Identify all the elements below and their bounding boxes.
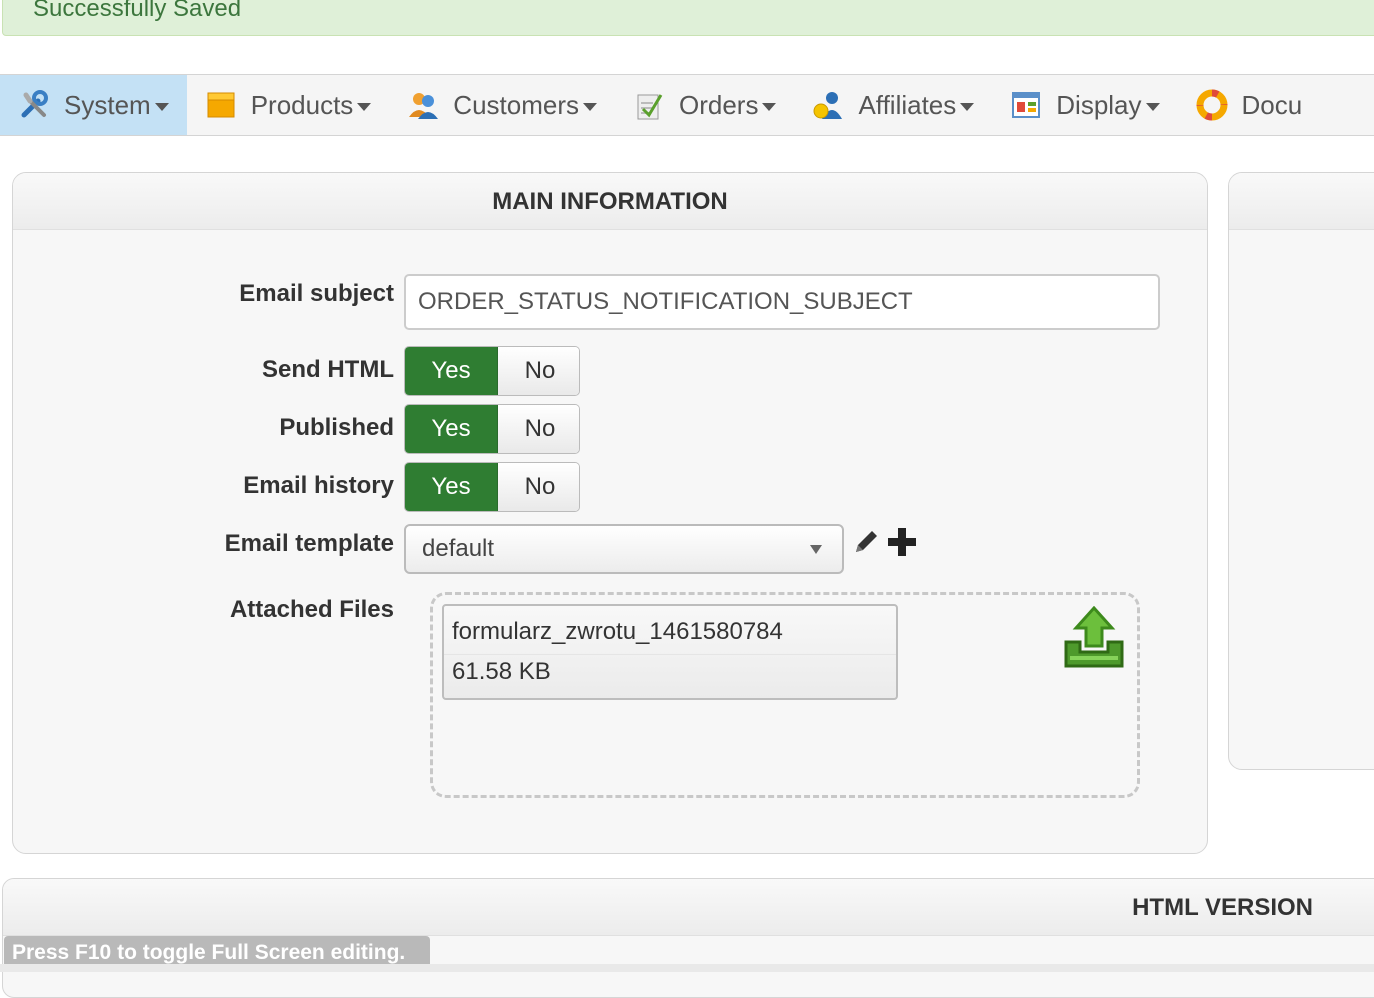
published-yes-button[interactable]: Yes bbox=[405, 405, 498, 453]
main-menubar: System Products Customers Orders Affilia… bbox=[0, 74, 1374, 136]
send-html-label: Send HTML bbox=[262, 356, 394, 383]
html-version-title: HTML VERSION bbox=[3, 879, 1374, 936]
editor-bottom-edge bbox=[0, 964, 1374, 972]
success-alert: Successfully Saved bbox=[2, 0, 1374, 36]
email-template-value: default bbox=[422, 535, 495, 562]
box-icon bbox=[207, 92, 235, 118]
published-no-button[interactable]: No bbox=[498, 405, 579, 453]
tools-icon bbox=[21, 90, 48, 118]
menu-display-label: Display bbox=[1056, 89, 1142, 120]
send-html-yes-button[interactable]: Yes bbox=[405, 347, 498, 395]
file-card-divider bbox=[444, 654, 896, 655]
published-label: Published bbox=[279, 414, 394, 441]
chevron-down-icon bbox=[154, 103, 169, 111]
attached-file-card[interactable]: formularz_zwrotu_1461580784 61.58 KB bbox=[442, 604, 898, 700]
published-toggle: Yes No bbox=[404, 404, 580, 454]
attached-file-name: formularz_zwrotu_1461580784 bbox=[452, 618, 783, 645]
chevron-down-icon bbox=[960, 103, 975, 111]
email-template-select[interactable]: default bbox=[404, 524, 844, 574]
attached-file-size: 61.58 KB bbox=[452, 658, 551, 685]
send-html-toggle: Yes No bbox=[404, 346, 580, 396]
menu-system[interactable]: System bbox=[0, 75, 187, 135]
clipboard-icon bbox=[637, 94, 663, 120]
menu-affiliates-label: Affiliates bbox=[858, 89, 957, 120]
edit-pencil-icon[interactable] bbox=[852, 526, 882, 556]
menu-affiliates[interactable]: Affiliates bbox=[794, 75, 992, 135]
chevron-down-icon bbox=[583, 103, 597, 111]
dropdown-arrow-icon bbox=[810, 545, 822, 554]
menu-display[interactable]: Display bbox=[992, 75, 1177, 135]
upload-icon[interactable] bbox=[1062, 606, 1126, 668]
side-panel-header bbox=[1229, 173, 1374, 230]
menu-documentation-label: Docu bbox=[1241, 89, 1303, 120]
email-subject-input[interactable] bbox=[404, 274, 1160, 330]
email-history-no-button[interactable]: No bbox=[498, 463, 579, 511]
lifebuoy-icon bbox=[1196, 89, 1228, 121]
chevron-down-icon bbox=[1145, 103, 1160, 111]
attached-files-label: Attached Files bbox=[229, 596, 394, 623]
email-subject-label: Email subject bbox=[239, 280, 394, 307]
menu-products[interactable]: Products bbox=[187, 75, 390, 135]
success-alert-text: Successfully Saved bbox=[33, 0, 242, 22]
email-history-toggle: Yes No bbox=[404, 462, 580, 512]
menu-customers[interactable]: Customers bbox=[389, 75, 615, 135]
main-information-title: MAIN INFORMATION bbox=[13, 173, 1207, 230]
email-history-label: Email history bbox=[243, 472, 394, 499]
add-plus-icon[interactable] bbox=[886, 526, 918, 558]
affiliates-icon bbox=[813, 92, 843, 119]
email-template-label: Email template bbox=[224, 530, 394, 557]
send-html-no-button[interactable]: No bbox=[498, 347, 579, 395]
side-panel bbox=[1228, 172, 1374, 770]
menu-documentation[interactable]: Docu bbox=[1178, 75, 1321, 135]
menu-customers-label: Customers bbox=[453, 89, 579, 120]
users-icon bbox=[409, 93, 439, 119]
menu-orders[interactable]: Orders bbox=[615, 75, 794, 135]
chevron-down-icon bbox=[762, 103, 777, 111]
menu-products-label: Products bbox=[250, 89, 354, 120]
menu-orders-label: Orders bbox=[679, 89, 759, 120]
menu-system-label: System bbox=[64, 89, 151, 120]
chevron-down-icon bbox=[357, 103, 372, 111]
email-history-yes-button[interactable]: Yes bbox=[405, 463, 498, 511]
display-window-icon bbox=[1012, 92, 1041, 118]
